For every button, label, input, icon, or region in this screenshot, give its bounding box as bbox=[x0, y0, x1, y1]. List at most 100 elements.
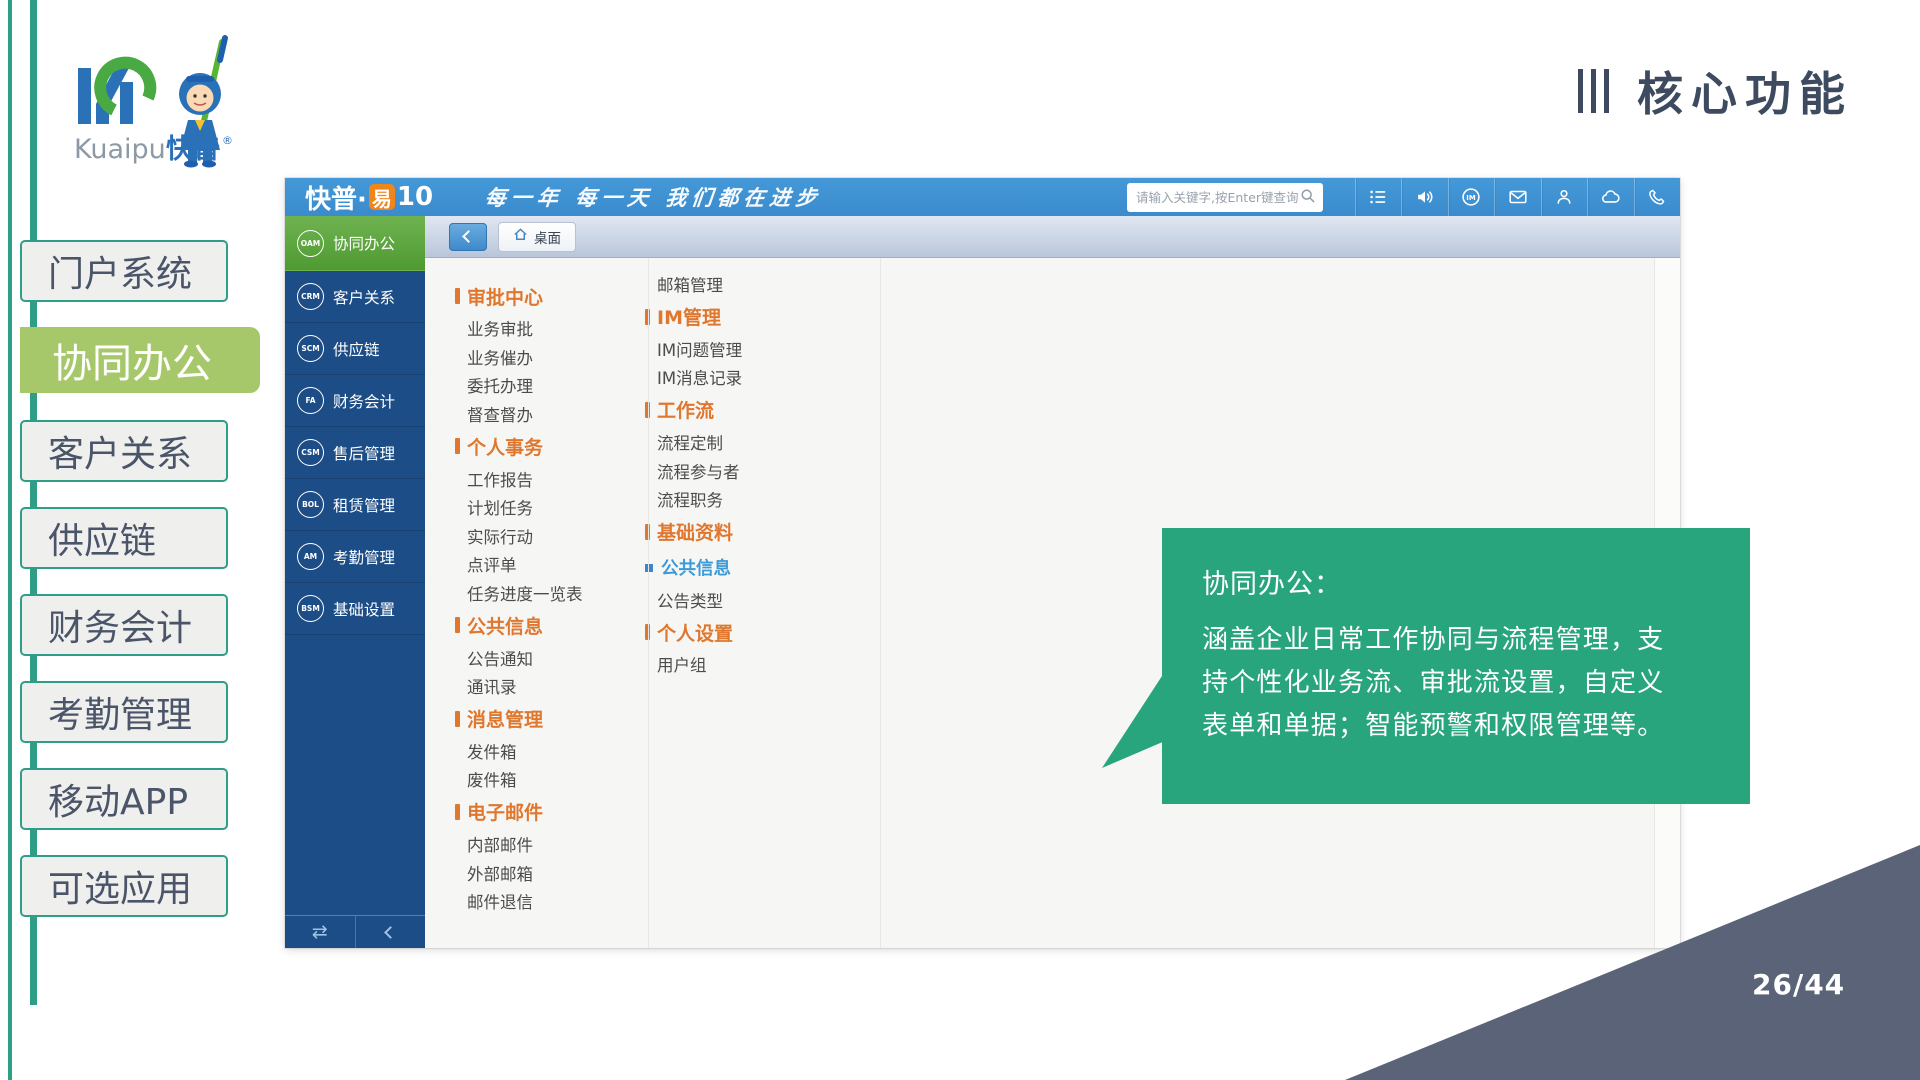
search-icon[interactable] bbox=[1300, 188, 1316, 208]
nav-item-label: 协同办公 bbox=[333, 232, 395, 254]
menu-entry[interactable]: 公告通知 bbox=[455, 643, 618, 672]
menu-entry[interactable]: 任务进度一览表 bbox=[455, 579, 618, 608]
svg-text:IM: IM bbox=[1467, 194, 1477, 202]
callout-bubble: 协同办公： 涵盖企业日常工作协同与流程管理，支持个性化业务流、审批流设置，自定义… bbox=[1162, 528, 1750, 804]
menu-entry[interactable]: 废件箱 bbox=[455, 765, 618, 794]
search-box bbox=[1127, 183, 1323, 212]
menu-entry-label: 个人事务 bbox=[467, 433, 543, 460]
menu-entry[interactable]: 流程职务 bbox=[645, 485, 848, 514]
nav-swap-button[interactable]: ⇄ bbox=[285, 916, 355, 948]
menu-entry-label: 邮件退信 bbox=[467, 889, 533, 913]
sound-icon[interactable] bbox=[1401, 178, 1448, 216]
menu-entry-label: 点评单 bbox=[467, 552, 517, 576]
menu-entry[interactable]: 审批中心 bbox=[455, 278, 618, 314]
nav-collapse-button[interactable] bbox=[355, 916, 426, 948]
menu-entry[interactable]: 外部邮箱 bbox=[455, 858, 618, 887]
sidebar-item[interactable]: 门户系统 bbox=[20, 240, 228, 302]
menu-entry-label: 用户组 bbox=[657, 652, 707, 676]
chevron-left-icon bbox=[462, 230, 475, 243]
menu-entry-label: 业务催办 bbox=[467, 345, 533, 369]
column-divider bbox=[648, 258, 649, 948]
sidebar-item-label: 移动APP bbox=[48, 773, 188, 825]
menu-entry-label: 委托办理 bbox=[467, 373, 533, 397]
menu-entry[interactable]: 公告类型 bbox=[645, 586, 848, 615]
menu-entry[interactable]: 工作报告 bbox=[455, 464, 618, 493]
menu-entry[interactable]: 实际行动 bbox=[455, 522, 618, 551]
app-nav-item[interactable]: CSM 售后管理 bbox=[285, 427, 425, 479]
sidebar-item[interactable]: 移动APP bbox=[20, 768, 228, 830]
bullet-icon bbox=[455, 804, 460, 820]
menu-entry[interactable]: 电子邮件 bbox=[455, 794, 618, 830]
phone-icon[interactable] bbox=[1634, 178, 1681, 216]
menu-entry[interactable]: 内部邮件 bbox=[455, 830, 618, 859]
menu-entry-label: 公告类型 bbox=[657, 588, 723, 612]
nav-badge-icon: BSM bbox=[297, 595, 324, 622]
user-icon[interactable] bbox=[1541, 178, 1588, 216]
menu-list-icon[interactable] bbox=[1355, 178, 1402, 216]
mail-icon[interactable] bbox=[1494, 178, 1541, 216]
menu-entry[interactable]: IM消息记录 bbox=[645, 363, 848, 392]
menu-entry[interactable]: 流程参与者 bbox=[645, 456, 848, 485]
app-nav-item[interactable]: CRM 客户关系 bbox=[285, 271, 425, 323]
menu-entry-label: IM消息记录 bbox=[657, 365, 742, 389]
sidebar-item[interactable]: 协同办公 bbox=[20, 327, 260, 393]
sidebar-item[interactable]: 供应链 bbox=[20, 507, 228, 569]
nav-item-label: 供应链 bbox=[333, 338, 380, 360]
menu-entry-label: 流程定制 bbox=[657, 430, 723, 454]
menu-entry[interactable]: 计划任务 bbox=[455, 493, 618, 522]
bullet-icon bbox=[455, 617, 460, 633]
menu-entry-label: IM问题管理 bbox=[657, 337, 742, 361]
menu-entry[interactable]: 业务审批 bbox=[455, 314, 618, 343]
nav-item-label: 考勤管理 bbox=[333, 546, 395, 568]
search-input[interactable] bbox=[1134, 189, 1300, 206]
app-nav-item[interactable]: OAM 协同办公 bbox=[285, 216, 425, 271]
menu-entry[interactable]: IM问题管理 bbox=[645, 335, 848, 364]
menu-entry-label: 外部邮箱 bbox=[467, 861, 533, 885]
menu-entry[interactable]: 委托办理 bbox=[455, 371, 618, 400]
menu-entry[interactable]: 通讯录 bbox=[455, 672, 618, 701]
back-button[interactable] bbox=[449, 223, 487, 251]
menu-entry[interactable]: 邮件退信 bbox=[455, 887, 618, 916]
tab-desktop[interactable]: 桌面 bbox=[498, 222, 576, 252]
sidebar-item-label: 供应链 bbox=[48, 512, 156, 564]
logo-brand-cn: 快普 bbox=[166, 133, 220, 165]
menu-entry[interactable]: 邮箱管理 bbox=[645, 270, 848, 299]
menu-entry[interactable]: 发件箱 bbox=[455, 737, 618, 766]
app-nav-item[interactable]: FA 财务会计 bbox=[285, 375, 425, 427]
page-number: 26/44 bbox=[1752, 968, 1845, 1001]
app-nav-item[interactable]: AM 考勤管理 bbox=[285, 531, 425, 583]
menu-entry-label: 工作报告 bbox=[467, 467, 533, 491]
menu-entry[interactable]: 个人设置 bbox=[645, 614, 848, 650]
menu-entry[interactable]: 点评单 bbox=[455, 550, 618, 579]
callout-body: 涵盖企业日常工作协同与流程管理，支持个性化业务流、审批流设置，自定义表单和单据；… bbox=[1202, 619, 1680, 748]
menu-entry[interactable]: 公共信息 bbox=[645, 550, 848, 586]
sidebar-item[interactable]: 可选应用 bbox=[20, 855, 228, 917]
menu-entry[interactable]: 消息管理 bbox=[455, 701, 618, 737]
menu-entry-label: 邮箱管理 bbox=[657, 272, 723, 296]
app-nav-item[interactable]: BOL 租赁管理 bbox=[285, 479, 425, 531]
sidebar-item[interactable]: 客户关系 bbox=[20, 420, 228, 482]
menu-entry[interactable]: 督查督办 bbox=[455, 400, 618, 429]
app-nav-footer: ⇄ bbox=[285, 915, 425, 948]
menu-entry[interactable]: 基础资料 bbox=[645, 514, 848, 550]
app-header: 快普· 易 10 每一年 每一天 我们都在进步 IM bbox=[285, 178, 1680, 216]
im-icon[interactable]: IM bbox=[1448, 178, 1495, 216]
sidebar-item[interactable]: 财务会计 bbox=[20, 594, 228, 656]
app-nav-item[interactable]: SCM 供应链 bbox=[285, 323, 425, 375]
menu-entry[interactable]: 流程定制 bbox=[645, 428, 848, 457]
menu-entry[interactable]: 业务催办 bbox=[455, 343, 618, 372]
sidebar-item[interactable]: 考勤管理 bbox=[20, 681, 228, 743]
menu-entry[interactable]: IM管理 bbox=[645, 299, 848, 335]
tab-label: 桌面 bbox=[534, 227, 561, 247]
cloud-icon[interactable] bbox=[1587, 178, 1634, 216]
menu-entry-label: 通讯录 bbox=[467, 674, 517, 698]
app-nav-item[interactable]: BSM 基础设置 bbox=[285, 583, 425, 635]
menu-entry[interactable]: 工作流 bbox=[645, 392, 848, 428]
menu-entry[interactable]: 用户组 bbox=[645, 650, 848, 679]
menu-entry-label: 废件箱 bbox=[467, 767, 517, 791]
menu-entry[interactable]: 公共信息 bbox=[455, 607, 618, 643]
menu-column-1: 审批中心 业务审批 业务催办 bbox=[425, 258, 618, 948]
bullet-icon bbox=[455, 711, 460, 727]
menu-entry-label: 公共信息 bbox=[661, 555, 731, 580]
menu-entry[interactable]: 个人事务 bbox=[455, 428, 618, 464]
